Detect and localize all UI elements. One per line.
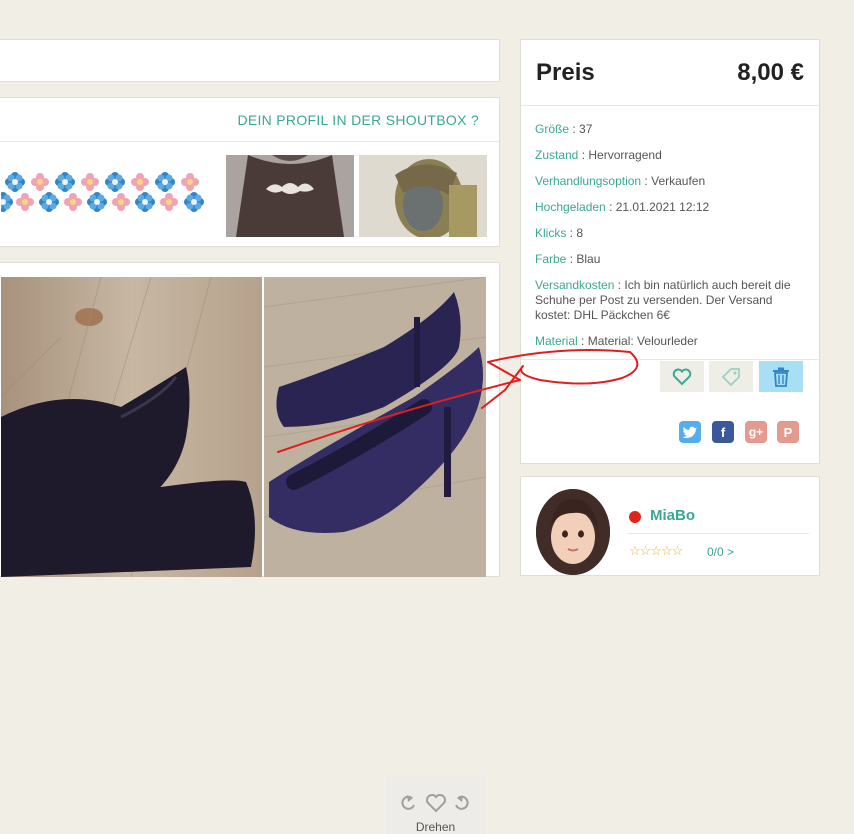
delete-button[interactable] — [759, 361, 803, 392]
detail-key: Klicks — [535, 226, 567, 240]
photo-controls: Drehen — [386, 775, 485, 834]
price-details-card: Preis 8,00 € Größe : 37 Zustand : Hervor… — [520, 39, 820, 464]
detail-key: Material — [535, 334, 578, 348]
detail-material: Material : Material: Velourleder — [535, 334, 698, 348]
detail-key: Farbe — [535, 252, 567, 266]
trash-icon — [773, 367, 789, 387]
share-googleplus-button[interactable]: g+ — [745, 421, 767, 443]
thumbnail-brown-top[interactable] — [226, 155, 354, 237]
top-bar-card — [0, 39, 500, 82]
twitter-icon — [682, 426, 697, 439]
detail-key: Verhandlungsoption — [535, 174, 642, 188]
pinterest-icon: P — [783, 424, 793, 440]
detail-negotiation: Verhandlungsoption : Verkaufen — [535, 174, 706, 188]
facebook-icon: f — [720, 424, 726, 440]
star-icon: ☆ — [660, 543, 673, 558]
detail-value: 8 — [576, 226, 584, 240]
detail-value: Hervorragend — [588, 148, 662, 162]
price-label: Preis — [536, 59, 595, 86]
detail-value: 21.01.2021 12:12 — [615, 200, 710, 214]
detail-value: 37 — [579, 122, 593, 136]
price-tag-icon — [721, 367, 740, 386]
shoutbox-profile-link[interactable]: DEIN PROFIL IN DER SHOUTBOX ? — [237, 112, 479, 128]
detail-key: Versandkosten — [535, 278, 615, 292]
share-twitter-button[interactable] — [679, 421, 701, 443]
detail-value: Verkaufen — [651, 174, 706, 188]
actions-divider — [521, 359, 819, 360]
favorite-button[interactable] — [660, 361, 704, 392]
star-icon: ☆ — [639, 543, 652, 558]
star-icon: ☆ — [650, 543, 662, 558]
seller-card: MiaBo ☆☆☆☆☆ 0/0 > — [520, 476, 820, 576]
thumbnail-mannequin-wig[interactable] — [359, 155, 487, 237]
detail-key: Zustand — [535, 148, 579, 162]
shoutbox-divider — [0, 141, 499, 142]
avatar[interactable] — [536, 489, 610, 575]
detail-clicks: Klicks : 8 — [535, 226, 584, 240]
detail-key: Größe — [535, 122, 570, 136]
rotate-right-icon[interactable] — [452, 793, 472, 813]
detail-size: Größe : 37 — [535, 122, 593, 136]
detail-value: Blau — [576, 252, 601, 266]
detail-key: Hochgeladen — [535, 200, 606, 214]
flower-banner-image[interactable] — [1, 166, 216, 226]
second-photo-pumps[interactable] — [264, 277, 486, 577]
detail-shipping: Versandkosten : Ich bin natürlich auch b… — [535, 278, 791, 322]
star-icon: ☆ — [671, 543, 684, 558]
price-divider — [521, 105, 819, 106]
rating-stars: ☆☆☆☆☆ — [629, 543, 684, 559]
detail-color: Farbe : Blau — [535, 252, 601, 266]
heart-icon — [672, 368, 692, 385]
photo-gallery-card: Drehen — [0, 262, 500, 834]
offer-tag-button[interactable] — [709, 361, 753, 392]
rating-link[interactable]: 0/0 > — [707, 545, 734, 559]
share-facebook-button[interactable]: f — [712, 421, 734, 443]
status-indicator — [629, 511, 641, 523]
share-pinterest-button[interactable]: P — [777, 421, 799, 443]
main-photo-shoes[interactable] — [1, 277, 262, 577]
detail-value: Material: Velourleder — [587, 334, 698, 348]
shoutbox-card: DEIN PROFIL IN DER SHOUTBOX ? — [0, 97, 500, 247]
seller-username[interactable]: MiaBo — [650, 507, 695, 524]
detail-condition: Zustand : Hervorragend — [535, 148, 662, 162]
google-plus-icon: g+ — [748, 425, 764, 439]
rotate-label: Drehen — [415, 820, 456, 834]
seller-divider — [627, 533, 809, 534]
price-value: 8,00 € — [737, 59, 804, 86]
star-icon: ☆ — [629, 543, 641, 558]
rotate-left-icon[interactable] — [398, 793, 418, 813]
like-icon[interactable] — [425, 793, 447, 813]
detail-uploaded: Hochgeladen : 21.01.2021 12:12 — [535, 200, 710, 214]
